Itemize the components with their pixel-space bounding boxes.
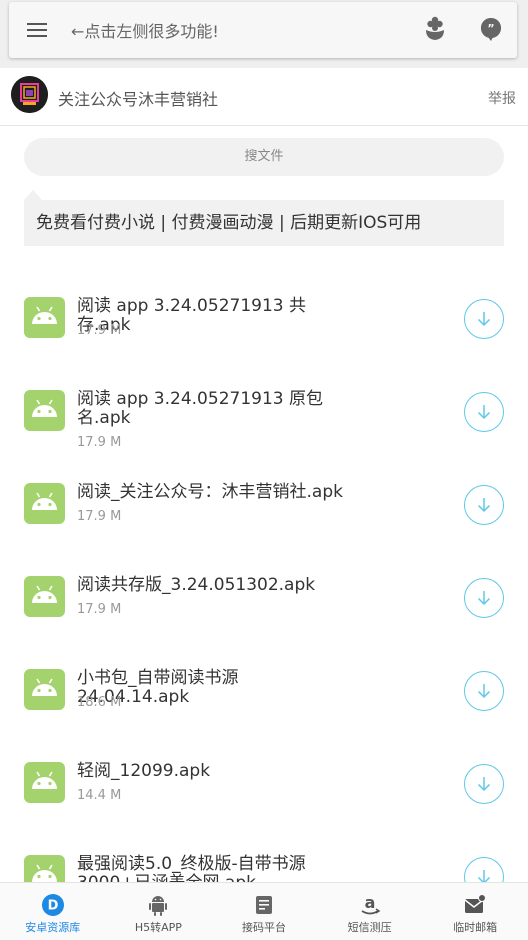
android-icon	[146, 893, 170, 917]
nav-label: H5转APP	[134, 921, 182, 934]
file-item[interactable]: 阅读 app 3.24.05271913 共存.apk 17.9 M	[0, 272, 528, 365]
download-button[interactable]	[464, 764, 504, 804]
avatar[interactable]	[11, 76, 48, 113]
file-item[interactable]: 阅读 app 3.24.05271913 原包名.apk 17.9 M	[0, 365, 528, 458]
flower-icon[interactable]	[423, 16, 447, 42]
file-size: 14.4 M	[77, 788, 122, 803]
file-item[interactable]: 小书包_自带阅读书源24.04.14.apk 18.6 M	[0, 644, 528, 737]
download-arrow-icon	[477, 684, 491, 699]
download-arrow-icon	[477, 405, 491, 420]
download-arrow-icon	[477, 591, 491, 606]
bottom-navigation: D 安卓资源库 H5转APP 接码平台 a 短信测压 临时邮箱	[0, 882, 528, 940]
account-title: 关注公众号沐丰营销社	[58, 90, 219, 109]
account-header: 关注公众号沐丰营销社 举报	[0, 68, 528, 126]
file-item[interactable]: 阅读共存版_3.24.051302.apk 17.9 M	[0, 551, 528, 644]
d-logo-icon: D	[41, 893, 65, 917]
nav-label: 短信测压	[347, 921, 392, 934]
apk-android-icon	[24, 297, 65, 338]
apk-android-icon	[24, 669, 65, 710]
file-name: 阅读共存版_3.24.051302.apk	[77, 575, 316, 595]
file-size: 17.9 M	[77, 435, 122, 450]
svg-text:D: D	[47, 899, 58, 914]
svg-text:a: a	[364, 893, 375, 912]
notice-banner: 免费看付费小说 | 付费漫画动漫 | 后期更新IOS可用	[24, 200, 504, 246]
apk-android-icon	[24, 390, 65, 431]
search-bar[interactable]: ←点击左侧很多功能! ”	[9, 2, 517, 58]
file-name: 轻阅_12099.apk	[77, 761, 211, 781]
apk-android-icon	[24, 576, 65, 617]
file-name: 阅读_关注公众号：沐丰营销社.apk	[77, 482, 343, 502]
file-size: 18.6 M	[77, 695, 122, 710]
apk-android-icon	[24, 483, 65, 524]
report-link[interactable]: 举报	[488, 88, 516, 108]
nav-h5-to-app[interactable]: H5转APP	[106, 883, 212, 940]
apk-android-icon	[24, 762, 65, 803]
nav-android-library[interactable]: D 安卓资源库	[0, 883, 106, 940]
download-arrow-icon	[477, 777, 491, 792]
file-item[interactable]: 阅读_关注公众号：沐丰营销社.apk 17.9 M	[0, 458, 528, 551]
download-arrow-icon	[477, 312, 491, 327]
file-size: 17.9 M	[77, 509, 122, 524]
file-name: 阅读 app 3.24.05271913 原包名.apk	[77, 389, 323, 428]
download-button[interactable]	[464, 299, 504, 339]
download-button[interactable]	[464, 485, 504, 525]
download-button[interactable]	[464, 392, 504, 432]
download-button[interactable]	[464, 671, 504, 711]
nav-sms-code[interactable]: 接码平台	[211, 883, 317, 940]
nav-label: 安卓资源库	[25, 921, 81, 934]
document-icon	[252, 893, 276, 917]
download-button[interactable]	[464, 578, 504, 618]
topbar-container: ←点击左侧很多功能! ”	[0, 0, 528, 68]
file-item[interactable]: 轻阅_12099.apk 14.4 M	[0, 737, 528, 830]
hamburger-menu-icon[interactable]	[27, 20, 49, 40]
nav-label: 接码平台	[241, 921, 286, 934]
mail-icon	[463, 893, 487, 917]
nav-temp-mail[interactable]: 临时邮箱	[422, 883, 528, 940]
search-files-button[interactable]: 搜文件	[24, 138, 504, 176]
download-arrow-icon	[477, 498, 491, 513]
quote-bubble-icon[interactable]: ”	[479, 16, 503, 42]
nav-label: 临时邮箱	[453, 921, 498, 934]
svg-text:”: ”	[487, 22, 494, 35]
nav-sms-test[interactable]: a 短信测压	[317, 883, 423, 940]
file-size: 17.9 M	[77, 602, 122, 617]
file-size: 17.9 M	[77, 323, 122, 338]
amazon-icon: a	[358, 893, 382, 917]
notice-caret	[24, 190, 42, 200]
topbar-hint: ←点击左侧很多功能!	[71, 22, 219, 41]
